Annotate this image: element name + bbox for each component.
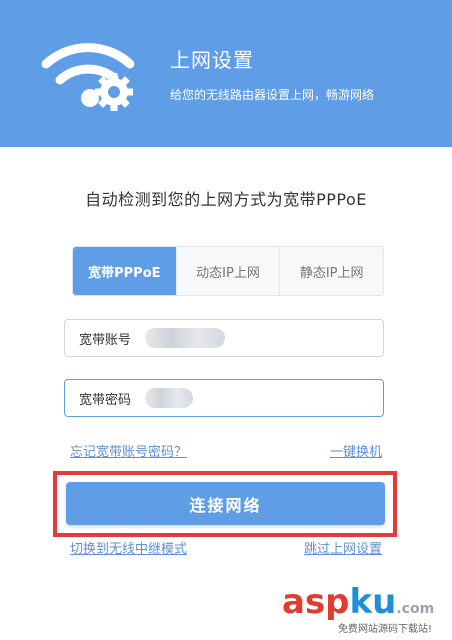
page-title: 上网设置	[170, 48, 254, 72]
bottom-links: 切换到无线中继模式 跳过上网设置	[70, 538, 382, 557]
password-field[interactable]: 宽带密码	[64, 379, 384, 417]
connection-type-tabs: 宽带PPPoE 动态IP上网 静态IP上网	[72, 246, 384, 296]
helper-links: 忘记宽带账号密码？ 一键换机	[70, 441, 382, 460]
wifi-settings-icon	[41, 43, 135, 111]
tab-static-ip[interactable]: 静态IP上网	[279, 247, 383, 295]
password-value-redacted	[145, 388, 193, 408]
watermark-part1: asp	[282, 582, 350, 622]
tab-pppoe[interactable]: 宽带PPPoE	[73, 247, 176, 295]
tab-dynamic-ip[interactable]: 动态IP上网	[175, 247, 280, 295]
skip-setup-link[interactable]: 跳过上网设置	[304, 538, 382, 557]
detected-mode-text: 自动检测到您的上网方式为宽带PPPoE	[85, 190, 367, 209]
watermark-part3: .com	[396, 601, 435, 617]
watermark-part2: ku	[349, 582, 397, 622]
one-key-replace-link[interactable]: 一键换机	[330, 441, 382, 460]
header-banner: 上网设置 给您的无线路由器设置上网，畅游网络	[0, 0, 452, 147]
password-label: 宽带密码	[79, 392, 132, 408]
account-label: 宽带账号	[79, 332, 132, 348]
watermark-subtitle: 免费网站源码下载站!	[338, 624, 433, 635]
account-field[interactable]: 宽带账号	[64, 319, 384, 357]
switch-repeater-link[interactable]: 切换到无线中继模式	[70, 538, 187, 557]
page-subtitle: 给您的无线路由器设置上网，畅游网络	[170, 88, 375, 102]
account-value-redacted	[145, 328, 225, 348]
forgot-credentials-link[interactable]: 忘记宽带账号密码？	[70, 441, 187, 460]
connect-button[interactable]: 连接网络	[66, 482, 385, 525]
